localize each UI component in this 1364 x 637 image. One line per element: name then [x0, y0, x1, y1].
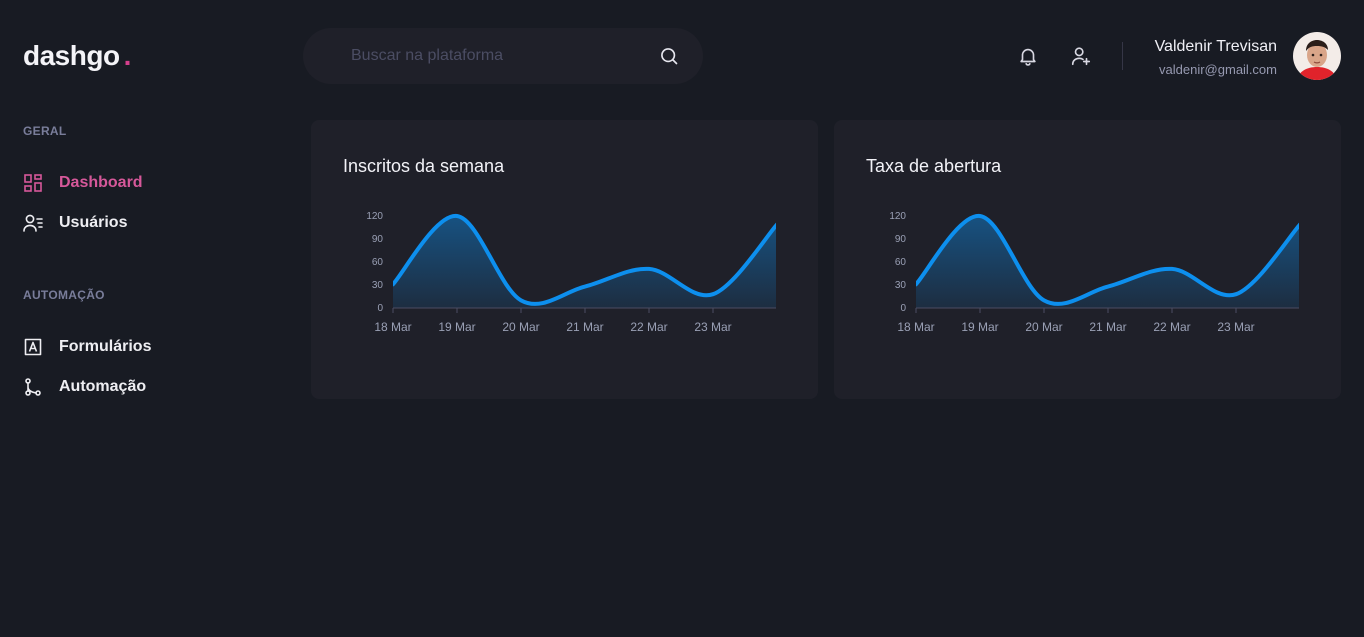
avatar[interactable] — [1293, 32, 1341, 80]
x-tick-label: 23 Mar — [1217, 320, 1254, 334]
x-tick-label: 19 Mar — [438, 320, 475, 334]
x-tick-label: 23 Mar — [694, 320, 731, 334]
bell-icon[interactable] — [1017, 45, 1039, 67]
sidebar-item-automacao[interactable]: Automação — [23, 377, 146, 397]
x-tick-label: 19 Mar — [961, 320, 998, 334]
profile-name: Valdenir Trevisan — [1154, 38, 1277, 55]
logo-dot: . — [123, 40, 132, 71]
x-tick-label: 18 Mar — [897, 320, 934, 334]
sidebar-item-label: Dashboard — [59, 174, 143, 191]
y-tick-label: 0 — [900, 303, 906, 314]
y-tick-label: 90 — [895, 234, 907, 245]
x-tick-label: 18 Mar — [374, 320, 411, 334]
chart-area-fill — [393, 215, 776, 308]
x-tick-label: 20 Mar — [502, 320, 539, 334]
user-plus-icon[interactable] — [1070, 45, 1092, 67]
y-tick-label: 30 — [372, 280, 384, 291]
logo-text: dashgo — [23, 40, 120, 71]
area-chart: 18 Mar 19 Mar 20 Mar 21 Mar 22 Mar 23 Mar 0 30 6… — [366, 211, 776, 334]
y-tick-label: 120 — [889, 211, 906, 222]
app: dashgo. Valdenir Trevisan valdenir@gmail… — [0, 0, 1364, 637]
area-chart: 18 Mar 19 Mar 20 Mar 21 Mar 22 Mar 23 Mar 0 30 6… — [889, 211, 1299, 334]
sidebar-item-usuarios[interactable]: Usuários — [23, 213, 127, 233]
sidebar-item-label: Usuários — [59, 214, 128, 231]
form-icon — [23, 337, 43, 357]
y-tick-label: 60 — [372, 257, 384, 268]
chart-card-taxa: Taxa de abertura 18 Mar 19 Mar 20 Mar 21 Ma… — [834, 120, 1341, 399]
dashboard-icon — [23, 173, 43, 193]
search-bar[interactable] — [303, 28, 703, 84]
sidebar-item-label: Formulários — [59, 338, 152, 355]
y-tick-label: 60 — [895, 257, 907, 268]
git-branch-icon — [23, 377, 43, 397]
x-tick-label: 20 Mar — [1025, 320, 1062, 334]
chart-card-inscritos: Inscritos da semana 18 Mar 19 Mar 20 Mar 21… — [311, 120, 818, 399]
profile-email: valdenir@gmail.com — [1159, 62, 1277, 77]
sidebar-item-formularios[interactable]: Formulários — [23, 337, 151, 357]
y-tick-label: 30 — [895, 280, 907, 291]
x-tick-label: 22 Mar — [630, 320, 667, 334]
sidebar-item-dashboard[interactable]: Dashboard — [23, 173, 143, 193]
x-tick-label: 21 Mar — [566, 320, 603, 334]
x-tick-label: 21 Mar — [1089, 320, 1126, 334]
sidebar-item-label: Automação — [59, 378, 147, 395]
chart-area-fill — [916, 215, 1299, 308]
y-tick-label: 120 — [366, 211, 383, 222]
y-tick-label: 0 — [377, 303, 383, 314]
y-tick-label: 90 — [372, 234, 384, 245]
header-divider — [1122, 42, 1123, 70]
sidebar-section-automacao: AUTOMAÇÃO — [23, 288, 105, 302]
search-input[interactable] — [351, 47, 659, 65]
x-tick-label: 22 Mar — [1153, 320, 1190, 334]
search-icon[interactable] — [659, 46, 679, 66]
sidebar-section-geral: GERAL — [23, 124, 67, 138]
users-icon — [23, 213, 43, 233]
logo[interactable]: dashgo. — [23, 40, 131, 72]
